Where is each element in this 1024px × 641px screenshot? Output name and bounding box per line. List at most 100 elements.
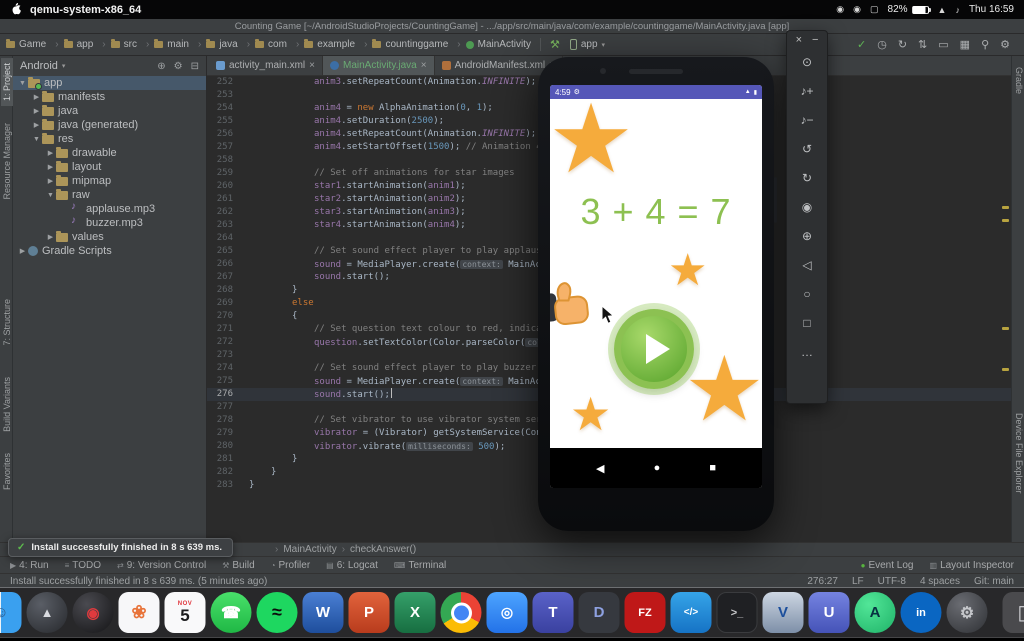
minimize-icon[interactable]: − (812, 34, 818, 46)
recents-button[interactable]: ■ (709, 462, 716, 474)
power-button[interactable]: ⊙ (787, 48, 827, 77)
run-config-selector[interactable]: app ▾ (570, 39, 605, 50)
expand-arrow-icon[interactable]: ▶ (45, 149, 56, 157)
tool-profiler[interactable]: ◔ Profiler (271, 560, 311, 571)
dock-icon[interactable]: ☎ (211, 592, 252, 633)
expand-arrow-icon[interactable]: ▶ (31, 107, 42, 115)
tool-version-control[interactable]: ⇄ 9: Version Control (117, 560, 206, 571)
apple-menu-icon[interactable] (10, 3, 21, 16)
breadcrumb-item[interactable]: app (64, 39, 111, 50)
camera-indicator-icon[interactable]: ◉ (853, 4, 861, 15)
dock-icon[interactable]: V (763, 592, 804, 633)
dock-icon[interactable]: </> (671, 592, 712, 633)
dock-icon[interactable]: ☺ (0, 592, 22, 633)
breadcrumb-item[interactable]: com (255, 39, 304, 50)
error-stripe-mark[interactable] (1002, 219, 1009, 222)
status-message[interactable]: Install successfully finished in 8 s 639… (10, 576, 267, 587)
dock-icon[interactable]: ≈ (257, 592, 298, 633)
expand-arrow-icon[interactable]: ▶ (45, 177, 56, 185)
tool-window-button[interactable]: Gradle (1013, 62, 1024, 99)
tree-item[interactable]: ▼ raw (13, 188, 206, 202)
error-stripe-mark[interactable] (1002, 206, 1009, 209)
notification-toast[interactable]: ✓ Install successfully finished in 8 s 6… (8, 538, 233, 557)
back-button[interactable]: ◁ (787, 251, 827, 280)
volume-down-button[interactable]: ♪− (787, 106, 827, 135)
home-button[interactable]: ○ (787, 280, 827, 309)
tree-item[interactable]: ▶ values (13, 230, 206, 244)
tree-item[interactable]: applause.mp3 (13, 202, 206, 216)
dock-icon[interactable]: NOV 5 (165, 592, 206, 633)
zoom-button[interactable]: ⊕ (787, 222, 827, 251)
status-item[interactable]: 276:27 (807, 576, 838, 587)
breadcrumb-item[interactable]: MainActivity (466, 39, 531, 50)
dock-icon[interactable]: X (395, 592, 436, 633)
dock-icon[interactable]: U (809, 592, 850, 633)
tool-terminal[interactable]: ⌨ Terminal (394, 560, 446, 571)
rotate-left-button[interactable]: ↺ (787, 135, 827, 164)
volume-icon[interactable]: ♪ (955, 5, 960, 15)
breadcrumb-item[interactable]: src (111, 39, 155, 50)
avd-manager-icon[interactable]: ▦ (960, 38, 970, 51)
active-app-name[interactable]: qemu-system-x86_64 (30, 4, 141, 16)
device-manager-icon[interactable]: ▭ (938, 38, 948, 51)
expand-arrow-icon[interactable]: ▶ (31, 121, 42, 129)
tree-item[interactable]: ▶ java (13, 104, 206, 118)
tree-item[interactable]: ▼ app (13, 76, 206, 90)
breadcrumb-item[interactable]: Game (6, 39, 64, 50)
more-button[interactable]: … (787, 338, 827, 367)
editor-tab[interactable]: MainActivity.java (323, 56, 435, 75)
play-button[interactable] (614, 309, 694, 389)
dock-icon[interactable]: T (533, 592, 574, 633)
breadcrumb-item[interactable]: example (304, 39, 372, 50)
breadcrumb-item[interactable]: java (206, 39, 255, 50)
dock-icon[interactable]: ◎ (487, 592, 528, 633)
tree-item[interactable]: ▶ manifests (13, 90, 206, 104)
screen-record-icon[interactable]: ◉ (836, 4, 844, 15)
updates-icon[interactable]: ⇅ (918, 38, 927, 51)
expand-arrow-icon[interactable]: ▶ (45, 233, 56, 241)
commit-check-icon[interactable]: ✓ (857, 38, 866, 51)
tool-window-button[interactable]: Device File Explorer (1013, 408, 1024, 499)
tool-logcat[interactable]: ▤ 6: Logcat (326, 560, 378, 571)
tree-item[interactable]: ▶ Gradle Scripts (13, 244, 206, 258)
locate-file-icon[interactable]: ⊕ (157, 61, 165, 72)
tree-item[interactable]: ▶ java (generated) (13, 118, 206, 132)
breadcrumb-item[interactable]: main (154, 39, 206, 50)
settings-icon[interactable]: ⚙ (174, 61, 183, 72)
volume-up-button[interactable]: ♪+ (787, 77, 827, 106)
home-button[interactable]: ● (654, 462, 661, 474)
expand-arrow-icon[interactable]: ▶ (31, 93, 42, 101)
dock-icon[interactable]: A (855, 592, 896, 633)
tree-item[interactable]: buzzer.mp3 (13, 216, 206, 230)
tool-build[interactable]: ⚒ Build (222, 560, 254, 571)
battery-status[interactable]: 82% (888, 4, 929, 15)
close-icon[interactable] (421, 60, 427, 71)
dock-icon[interactable]: P (349, 592, 390, 633)
overview-button[interactable]: □ (787, 309, 827, 338)
editor-tab[interactable]: activity_main.xml (209, 56, 323, 75)
breadcrumb-item[interactable]: countinggame (372, 39, 465, 50)
expand-arrow-icon[interactable]: ▶ (45, 163, 56, 171)
expand-arrow-icon[interactable]: ▼ (45, 192, 56, 199)
dock-icon[interactable]: ◉ (73, 592, 114, 633)
window-titlebar[interactable]: Counting Game [~/AndroidStudioProjects/C… (0, 19, 1024, 34)
tool-window-button[interactable]: 1: Project (1, 58, 13, 106)
project-view-selector[interactable]: Android ▾ (20, 60, 65, 72)
tool-todo[interactable]: ≡ TODO (65, 560, 101, 571)
dock-icon[interactable] (441, 592, 482, 633)
tool-window-button[interactable]: Build Variants (1, 372, 13, 437)
breadcrumb-item[interactable]: checkAnswer() (337, 544, 416, 555)
expand-arrow-icon[interactable]: ▼ (17, 80, 28, 87)
tree-item[interactable]: ▶ layout (13, 160, 206, 174)
status-item[interactable]: UTF-8 (878, 576, 906, 587)
dock-icon[interactable]: FZ (625, 592, 666, 633)
close-icon[interactable] (309, 60, 315, 71)
tree-item[interactable]: ▶ drawable (13, 146, 206, 160)
expand-arrow-icon[interactable]: ▼ (31, 136, 42, 143)
dock-icon[interactable]: ▯ (1003, 592, 1024, 633)
settings-icon[interactable]: ⚙ (1000, 38, 1010, 51)
menu-clock[interactable]: Thu 16:59 (969, 4, 1014, 15)
tool-layout-inspector[interactable]: ▥ Layout Inspector (930, 560, 1015, 571)
dock-icon[interactable]: ▲ (27, 592, 68, 633)
back-button[interactable]: ◀ (596, 462, 604, 475)
